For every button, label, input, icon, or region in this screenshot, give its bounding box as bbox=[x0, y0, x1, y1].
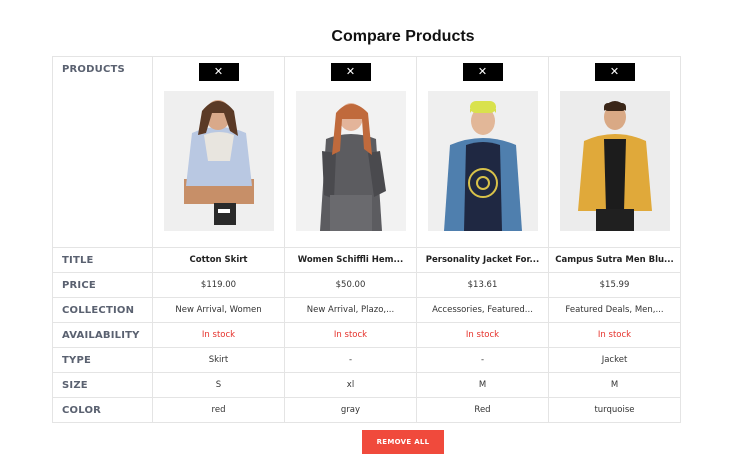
product-price-4: $15.99 bbox=[548, 272, 681, 298]
remove-product-3-button[interactable]: ✕ bbox=[462, 63, 503, 81]
product-collection-3: Accessories, Featured... bbox=[416, 297, 549, 323]
product-color-1: red bbox=[152, 397, 285, 423]
product-title-3[interactable]: Personality Jacket For... bbox=[416, 247, 549, 273]
product-type-1: Skirt bbox=[152, 347, 285, 373]
product-type-2: - bbox=[284, 347, 417, 373]
product-size-3: M bbox=[416, 372, 549, 398]
page-title: Compare Products bbox=[331, 28, 475, 45]
row-label-size: SIZE bbox=[52, 372, 153, 398]
product-color-2: gray bbox=[284, 397, 417, 423]
row-label-type: TYPE bbox=[52, 347, 153, 373]
product-type-3: - bbox=[416, 347, 549, 373]
product-size-4: M bbox=[548, 372, 681, 398]
price-row: PRICE $119.00 $50.00 $13.61 $15.99 bbox=[52, 272, 681, 298]
product-price-2: $50.00 bbox=[284, 272, 417, 298]
product-availability-4: In stock bbox=[548, 322, 681, 348]
product-image-4[interactable] bbox=[559, 91, 670, 231]
product-title-1[interactable]: Cotton Skirt bbox=[152, 247, 285, 273]
row-label-collection: COLLECTION bbox=[52, 297, 153, 323]
product-color-4: turquoise bbox=[548, 397, 681, 423]
collection-row: COLLECTION New Arrival, Women New Arriva… bbox=[52, 297, 681, 323]
product-collection-1: New Arrival, Women bbox=[152, 297, 285, 323]
product-column-3: ✕ bbox=[416, 56, 549, 248]
type-row: TYPE Skirt - - Jacket bbox=[52, 347, 681, 373]
product-column-4: ✕ bbox=[548, 56, 681, 248]
product-color-3: Red bbox=[416, 397, 549, 423]
products-row: PRODUCTS ✕ ✕ ✕ ✕ bbox=[52, 56, 681, 248]
remove-product-2-button[interactable]: ✕ bbox=[330, 63, 371, 81]
product-image-3[interactable] bbox=[427, 91, 538, 231]
product-collection-4: Featured Deals, Men,... bbox=[548, 297, 681, 323]
product-availability-2: In stock bbox=[284, 322, 417, 348]
row-label-availability: AVAILABILITY bbox=[52, 322, 153, 348]
product-collection-2: New Arrival, Plazo,... bbox=[284, 297, 417, 323]
remove-product-1-button[interactable]: ✕ bbox=[198, 63, 239, 81]
product-type-4: Jacket bbox=[548, 347, 681, 373]
color-row: COLOR red gray Red turquoise bbox=[52, 397, 681, 423]
product-image-1[interactable] bbox=[163, 91, 274, 231]
product-price-1: $119.00 bbox=[152, 272, 285, 298]
remove-product-4-button[interactable]: ✕ bbox=[594, 63, 635, 81]
product-column-1: ✕ bbox=[152, 56, 285, 248]
row-label-products: PRODUCTS bbox=[52, 56, 153, 248]
row-label-price: PRICE bbox=[52, 272, 153, 298]
title-row: TITLE Cotton Skirt Women Schiffli Hem...… bbox=[52, 247, 681, 273]
row-label-title: TITLE bbox=[52, 247, 153, 273]
row-label-color: COLOR bbox=[52, 397, 153, 423]
remove-all-button[interactable]: REMOVE ALL bbox=[362, 430, 444, 454]
compare-table: PRODUCTS ✕ ✕ ✕ ✕ TITLE Cotton Skirt Wome… bbox=[52, 56, 681, 423]
product-availability-3: In stock bbox=[416, 322, 549, 348]
availability-row: AVAILABILITY In stock In stock In stock … bbox=[52, 322, 681, 348]
product-size-2: xl bbox=[284, 372, 417, 398]
product-image-2[interactable] bbox=[295, 91, 406, 231]
product-availability-1: In stock bbox=[152, 322, 285, 348]
product-price-3: $13.61 bbox=[416, 272, 549, 298]
size-row: SIZE S xl M M bbox=[52, 372, 681, 398]
product-title-4[interactable]: Campus Sutra Men Blu... bbox=[548, 247, 681, 273]
compare-page: Compare Products PRODUCTS ✕ ✕ ✕ ✕ TITLE … bbox=[0, 0, 748, 465]
product-title-2[interactable]: Women Schiffli Hem... bbox=[284, 247, 417, 273]
product-size-1: S bbox=[152, 372, 285, 398]
product-column-2: ✕ bbox=[284, 56, 417, 248]
